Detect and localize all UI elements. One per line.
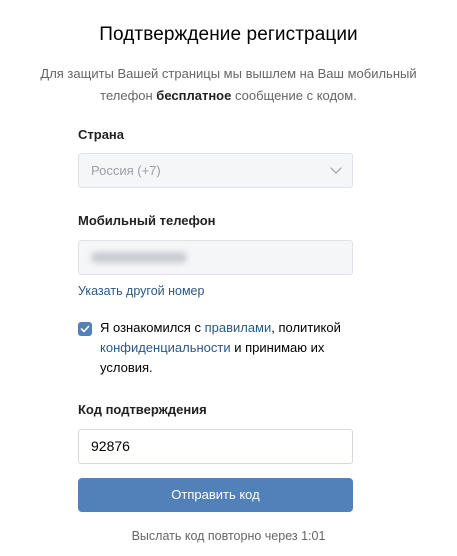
phone-label: Мобильный телефон (78, 213, 216, 228)
privacy-link[interactable]: конфиденциальности (100, 340, 231, 355)
code-label: Код подтверждения (78, 402, 207, 417)
subtitle-text-pre: телефон (100, 88, 157, 103)
phone-input[interactable] (78, 240, 353, 275)
phone-number-obscured (91, 252, 187, 263)
code-input-value: 92876 (91, 438, 130, 454)
rules-link[interactable]: правилами (205, 320, 272, 335)
subtitle-text-post: сообщение с кодом. (231, 88, 357, 103)
chevron-down-icon (330, 167, 342, 174)
page-title: Подтверждение регистрации (99, 24, 358, 45)
terms-text-1: Я ознакомился с (100, 320, 205, 335)
terms-text: Я ознакомился с правилами, политикой кон… (100, 318, 355, 378)
send-code-button[interactable]: Отправить код (78, 478, 353, 512)
checkmark-icon (80, 325, 90, 333)
code-input[interactable]: 92876 (78, 429, 353, 464)
change-phone-link[interactable]: Указать другой номер (78, 284, 204, 298)
country-label: Страна (78, 127, 125, 142)
subtitle-text-bold: бесплатное (156, 88, 232, 103)
terms-checkbox[interactable] (78, 322, 92, 336)
subtitle-line-1: Для защиты Вашей страницы мы вышлем на В… (40, 66, 417, 81)
country-select-value: Россия (+7) (91, 163, 161, 178)
registration-confirmation-page: Подтверждение регистрации Для защиты Ваш… (0, 0, 457, 556)
subtitle-line-2: телефон бесплатное сообщение с кодом. (0, 85, 457, 107)
country-select[interactable]: Россия (+7) (78, 153, 353, 188)
resend-timer-text: Выслать код повторно через 1:01 (131, 529, 326, 543)
terms-text-2: , политикой (271, 320, 341, 335)
page-subtitle: Для защиты Вашей страницы мы вышлем на В… (0, 63, 457, 107)
